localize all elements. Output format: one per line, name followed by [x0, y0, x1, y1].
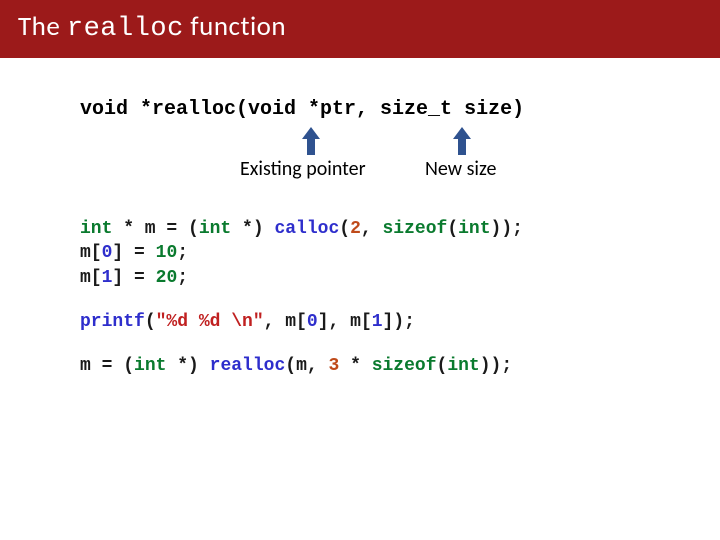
arrows-row	[80, 127, 710, 155]
code-line-3: m[1] = 20;	[80, 266, 710, 290]
title-pre: The	[18, 10, 67, 43]
slide-title: The realloc function	[18, 10, 702, 44]
code-line-5: m = (int *) realloc(m, 3 * sizeof(int));	[80, 354, 710, 378]
title-mono: realloc	[67, 14, 184, 44]
label-existing-pointer: Existing pointer	[240, 157, 366, 181]
labels-row: Existing pointer New size	[80, 157, 710, 187]
slide-content: void *realloc(void *ptr, size_t size) Ex…	[0, 58, 720, 378]
title-post: function	[184, 10, 286, 43]
function-signature: void *realloc(void *ptr, size_t size)	[80, 98, 710, 121]
code-block: int * m = (int *) calloc(2, sizeof(int))…	[80, 217, 710, 378]
code-line-1: int * m = (int *) calloc(2, sizeof(int))…	[80, 217, 710, 241]
blank-line	[80, 334, 710, 354]
arrow-up-icon	[302, 127, 320, 155]
code-line-2: m[0] = 10;	[80, 241, 710, 265]
label-new-size: New size	[425, 157, 496, 181]
arrow-up-icon	[453, 127, 471, 155]
blank-line	[80, 290, 710, 310]
code-line-4: printf("%d %d \n", m[0], m[1]);	[80, 310, 710, 334]
slide-header: The realloc function	[0, 0, 720, 58]
